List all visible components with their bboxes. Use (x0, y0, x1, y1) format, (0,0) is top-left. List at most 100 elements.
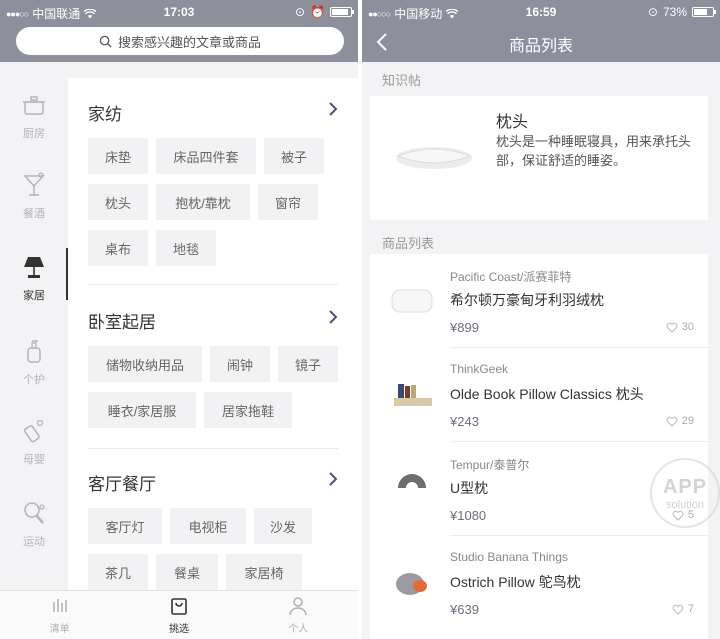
product-price: ¥639 (450, 602, 479, 617)
product-price: ¥1080 (450, 508, 487, 523)
rotation-lock-icon: ⊙ (294, 5, 306, 19)
like-button[interactable]: 29 (666, 415, 694, 427)
tag-item[interactable]: 茶几 (88, 554, 148, 590)
product-brand: Tempur/泰普尔 (450, 458, 530, 472)
product-brand: Studio Banana Things (450, 550, 568, 564)
tab-label: 挑选 (168, 623, 189, 635)
knowledge-card[interactable]: 枕头 枕头是一种睡眠寝具，用来承托头部，保证舒适的睡姿。 (370, 96, 708, 220)
like-button[interactable]: 30 (666, 321, 694, 333)
tab-label: 清单 (49, 623, 70, 635)
u-pillow-image (398, 474, 426, 488)
battery-percent: 73% (662, 5, 687, 19)
category-dining[interactable]: 餐酒 (0, 156, 68, 236)
category-label: 运动 (23, 536, 45, 548)
section-title: 客厅餐厅 (88, 475, 156, 494)
product-name: Ostrich Pillow 鸵鸟枕 (450, 574, 581, 590)
product-item[interactable]: Studio Banana Things Ostrich Pillow 鸵鸟枕 … (370, 536, 708, 630)
pot-icon (23, 96, 45, 115)
tag-item[interactable]: 床垫 (88, 138, 148, 174)
tag-item[interactable]: 被子 (264, 138, 324, 174)
tag-item[interactable]: 床品四件套 (156, 138, 256, 174)
section-bedroom: 卧室起居 储物收纳用品 闹钟 镜子 睡衣/家居服 居家拖鞋 (68, 308, 358, 430)
tag-item[interactable]: 客厅灯 (88, 508, 162, 544)
heart-icon (666, 322, 678, 333)
tag-item[interactable]: 窗帘 (258, 184, 318, 220)
product-price: ¥243 (450, 414, 479, 429)
category-label: 母婴 (23, 454, 45, 466)
tab-bar: 清单 挑选 个人 (0, 590, 358, 639)
rotation-lock-icon: ⊙ (647, 5, 658, 19)
section-header[interactable]: 卧室起居 (88, 308, 338, 332)
category-baby[interactable]: 母婴 (0, 402, 68, 482)
down-pillow-image (391, 289, 433, 313)
category-content: 家纺 床垫 床品四件套 被子 枕头 抱枕/靠枕 窗帘 桌布 地毯 卧室起居 储物… (68, 78, 358, 590)
category-personal-care[interactable]: 个护 (0, 322, 68, 402)
section-home-textiles: 家纺 床垫 床品四件套 被子 枕头 抱枕/靠枕 窗帘 桌布 地毯 (68, 100, 358, 268)
tag-item[interactable]: 枕头 (88, 184, 148, 220)
left-screen: ●●●○○ 中国联通 17:03 ⊙ ⏰ 搜索感兴趣的文章或商品 厨房 餐酒 家… (0, 0, 358, 639)
like-count: 29 (681, 415, 694, 427)
product-name: 希尔顿万豪甸牙利羽绒枕 (450, 292, 604, 308)
tab-pick[interactable]: 挑选 (119, 591, 238, 639)
tag-item[interactable]: 抱枕/靠枕 (156, 184, 250, 220)
status-bar: ●●○○○ 中国移动 16:59 ⊙ 73% (362, 0, 720, 24)
section-header[interactable]: 家纺 (88, 100, 338, 124)
tag-item[interactable]: 电视柜 (170, 508, 246, 544)
category-home[interactable]: 家居 (0, 238, 68, 318)
tag-item[interactable]: 地毯 (156, 230, 216, 266)
tag-item[interactable]: 家居椅 (226, 554, 302, 590)
tab-label: 个人 (288, 623, 309, 635)
heart-icon (666, 416, 678, 427)
section-title: 家纺 (88, 105, 122, 124)
product-brand: ThinkGeek (450, 362, 509, 376)
app-solution-watermark: APP solution (650, 458, 720, 528)
section-divider (88, 448, 338, 449)
category-label: 餐酒 (23, 208, 45, 220)
ping-pong-icon (24, 502, 45, 524)
alarm-icon: ⏰ (310, 5, 325, 19)
search-placeholder: 搜索感兴趣的文章或商品 (117, 34, 261, 50)
tag-item[interactable]: 闹钟 (210, 346, 270, 382)
tag-item[interactable]: 沙发 (254, 508, 312, 544)
chevron-right-icon (329, 310, 338, 324)
section-title: 卧室起居 (88, 313, 156, 332)
section-living-dining: 客厅餐厅 客厅灯 电视柜 沙发 茶几 餐桌 家居椅 (68, 470, 358, 590)
heart-icon (672, 604, 684, 615)
category-sports[interactable]: 运动 (0, 484, 68, 564)
tag-item[interactable]: 居家拖鞋 (204, 392, 292, 428)
chevron-right-icon (329, 472, 338, 486)
tag-item[interactable]: 餐桌 (156, 554, 218, 590)
cocktail-icon (23, 172, 45, 196)
tab-profile[interactable]: 个人 (239, 591, 358, 639)
product-name: Olde Book Pillow Classics 枕头 (450, 386, 644, 402)
bag-icon (171, 597, 187, 615)
product-list-label: 商品列表 (382, 236, 435, 251)
ostrich-pillow-image (396, 573, 427, 595)
tag-item[interactable]: 桌布 (88, 230, 148, 266)
category-kitchen[interactable]: 厨房 (0, 76, 68, 156)
watermark-text: APP (662, 475, 708, 498)
category-label: 家居 (23, 290, 45, 302)
chevron-right-icon (329, 102, 338, 116)
bars-icon (52, 598, 67, 612)
knowledge-label: 知识帖 (382, 73, 422, 88)
lamp-icon (24, 257, 44, 278)
book-pillow-image (394, 384, 432, 406)
product-item[interactable]: ThinkGeek Olde Book Pillow Classics 枕头 ¥… (370, 348, 708, 442)
tag-item[interactable]: 睡衣/家居服 (88, 392, 196, 428)
search-input[interactable]: 搜索感兴趣的文章或商品 (16, 27, 344, 55)
category-label: 厨房 (23, 128, 45, 140)
tab-list[interactable]: 清单 (0, 591, 119, 639)
product-item[interactable]: Pacific Coast/派赛菲特 希尔顿万豪甸牙利羽绒枕 ¥899 30 (370, 254, 708, 348)
product-brand: Pacific Coast/派赛菲特 (450, 270, 572, 284)
status-bar: ●●●○○ 中国联通 17:03 ⊙ ⏰ (0, 0, 358, 24)
battery-icon (692, 7, 716, 17)
like-button[interactable]: 7 (672, 603, 694, 615)
person-icon (289, 596, 308, 615)
section-header[interactable]: 客厅餐厅 (88, 470, 338, 494)
search-icon (99, 35, 112, 48)
product-name: U型枕 (450, 480, 489, 496)
knowledge-description: 枕头是一种睡眠寝具，用来承托头部，保证舒适的睡姿。 (496, 134, 692, 168)
tag-item[interactable]: 储物收纳用品 (88, 346, 202, 382)
tag-item[interactable]: 镜子 (278, 346, 338, 382)
